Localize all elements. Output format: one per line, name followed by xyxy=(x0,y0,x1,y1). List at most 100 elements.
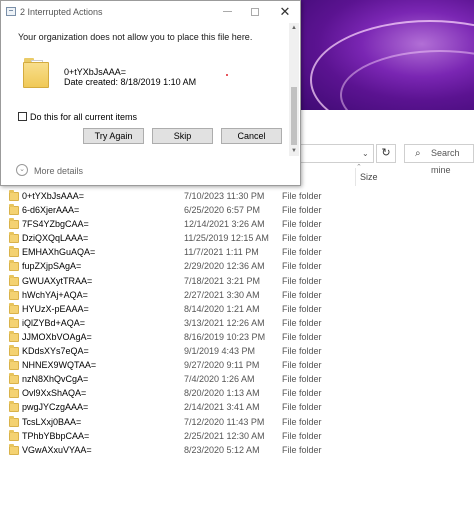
table-row[interactable]: pwgJYCzgAAA= 2/14/2021 3:41 AM File folder xyxy=(0,401,474,415)
row-type: File folder xyxy=(282,261,322,272)
row-date: 8/20/2020 1:13 AM xyxy=(184,388,260,399)
search-input[interactable]: ⌕ Search mine xyxy=(404,144,474,175)
folder-icon xyxy=(9,330,19,342)
row-name[interactable]: HYUzX-pEAAA= xyxy=(22,304,89,314)
row-type: File folder xyxy=(282,388,322,399)
chevron-down-icon[interactable]: ⌄ xyxy=(16,164,28,176)
row-name[interactable]: nzN8XhQvCgA= xyxy=(22,374,88,384)
row-name[interactable]: iQlZYBd+AQA= xyxy=(22,318,85,328)
folder-icon xyxy=(9,204,19,216)
row-name[interactable]: 0+tYXbJsAAA= xyxy=(22,191,84,201)
maximize-button[interactable] xyxy=(248,5,262,19)
row-name[interactable]: hWchYAj+AQA= xyxy=(22,290,88,300)
search-icon: ⌕ xyxy=(415,148,421,159)
table-row[interactable]: KDdsXYs7eQA= 9/1/2019 4:43 PM File folder xyxy=(0,345,474,359)
table-row[interactable]: NHNEX9WQTAA= 9/27/2020 9:11 PM File folder xyxy=(0,359,474,373)
cancel-button[interactable]: Cancel xyxy=(221,128,282,144)
table-row[interactable]: VGwAXxuVYAA= 8/23/2020 5:12 AM File folder xyxy=(0,443,474,458)
table-row[interactable]: TcsLXxj0BAA= 7/12/2020 11:43 PM File folde… xyxy=(0,415,474,430)
minimize-button[interactable] xyxy=(220,5,234,19)
row-name[interactable]: 7FS4YZbgCAA= xyxy=(22,219,89,229)
folder-icon xyxy=(9,387,19,399)
row-date: 2/25/2021 12:30 AM xyxy=(184,430,265,441)
try-again-button[interactable]: Try Again xyxy=(83,128,144,144)
file-list: 0+tYXbJsAAA= 7/10/2023 11:30 PM File folde… xyxy=(0,190,474,458)
column-header-size[interactable]: Size xyxy=(360,172,378,182)
row-date: 9/1/2019 4:43 PM xyxy=(184,346,256,357)
skip-button[interactable]: Skip xyxy=(152,128,213,144)
apply-all-checkbox[interactable] xyxy=(18,112,27,121)
row-name[interactable]: NHNEX9WQTAA= xyxy=(22,360,96,370)
window-icon xyxy=(6,7,16,16)
table-row[interactable]: fupZXjpSAgA= 2/29/2020 12:36 AM File folde… xyxy=(0,260,474,274)
row-type: File folder xyxy=(282,191,322,201)
table-row[interactable]: DziQXQqLAAA= 11/25/2019 12:15 AM File fold… xyxy=(0,232,474,246)
row-type: File folder xyxy=(282,374,322,385)
chevron-down-icon[interactable]: ⌄ xyxy=(362,149,369,158)
folder-icon xyxy=(9,288,19,300)
row-date: 12/14/2021 3:26 AM xyxy=(184,219,265,230)
dialog-scrollbar[interactable]: ▲ ▼ xyxy=(289,23,299,156)
minimize-icon xyxy=(222,10,232,12)
row-date: 7/4/2020 1:26 AM xyxy=(184,374,255,385)
file-name: 0+tYXbJsAAA= xyxy=(64,67,127,77)
row-name[interactable]: pwgJYCzgAAA= xyxy=(22,402,88,412)
scroll-down-arrow-icon[interactable]: ▼ xyxy=(289,146,299,156)
dialog-message: Your organization does not allow you to … xyxy=(18,32,253,42)
row-name[interactable]: EMHAXhGuAQA= xyxy=(22,247,95,257)
row-name[interactable]: TcsLXxj0BAA= xyxy=(22,417,81,427)
folder-icon xyxy=(9,302,19,314)
row-type: File folder xyxy=(282,444,322,455)
interrupted-actions-dialog: 2 Interrupted Actions ✕ Your organizatio… xyxy=(0,0,301,186)
scroll-thumb[interactable] xyxy=(291,87,297,145)
table-row[interactable]: iQlZYBd+AQA= 3/13/2021 12:26 AM File folde… xyxy=(0,316,474,331)
row-name[interactable]: KDdsXYs7eQA= xyxy=(22,346,89,356)
row-name[interactable]: DziQXQqLAAA= xyxy=(22,233,88,243)
row-date: 7/18/2021 3:21 PM xyxy=(184,275,261,286)
row-type: File folder xyxy=(282,303,322,314)
row-name[interactable]: TPhbYBbpCAA= xyxy=(22,431,89,441)
row-name[interactable]: Ovl9XxShAQA= xyxy=(22,388,86,398)
row-type: File folder xyxy=(282,289,322,300)
table-row[interactable]: EMHAXhGuAQA= 11/7/2021 1:11 PM File folder xyxy=(0,246,474,260)
sort-chevron-icon: ⌃ xyxy=(356,164,362,171)
row-date: 8/14/2020 1:21 AM xyxy=(184,303,260,314)
table-row[interactable]: 0+tYXbJsAAA= 7/10/2023 11:30 PM File folde… xyxy=(0,190,474,204)
red-dot-mark xyxy=(226,74,228,76)
dialog-titlebar[interactable]: 2 Interrupted Actions ✕ xyxy=(1,1,300,23)
folder-icon xyxy=(9,218,19,230)
row-name[interactable]: GWUAXytTRAA= xyxy=(22,276,92,286)
table-row[interactable]: hWchYAj+AQA= 2/27/2021 3:30 AM File folder xyxy=(0,288,474,303)
table-row[interactable]: 6-d6XjerAAA= 6/25/2020 6:57 PM File folder xyxy=(0,204,474,218)
more-details-label[interactable]: More details xyxy=(34,166,83,176)
table-row[interactable]: GWUAXytTRAA= 7/18/2021 3:21 PM File folder xyxy=(0,274,474,289)
row-name[interactable]: JJMOXbVOAgA= xyxy=(22,332,92,342)
refresh-button[interactable]: ↻ xyxy=(376,144,396,163)
folder-icon xyxy=(9,232,19,244)
folder-icon xyxy=(9,359,19,371)
row-name[interactable]: fupZXjpSAgA= xyxy=(22,261,81,271)
table-row[interactable]: Ovl9XxShAQA= 8/20/2020 1:13 AM File folder xyxy=(0,387,474,401)
row-type: File folder xyxy=(282,346,322,357)
row-date: 3/13/2021 12:26 AM xyxy=(184,317,265,328)
table-row[interactable]: JJMOXbVOAgA= 8/16/2019 10:23 PM File folde… xyxy=(0,330,474,345)
row-type: File folder xyxy=(282,416,322,427)
table-row[interactable]: 7FS4YZbgCAA= 12/14/2021 3:26 AM File folde… xyxy=(0,218,474,232)
row-date: 11/25/2019 12:15 AM xyxy=(184,233,269,244)
row-type: File folder xyxy=(282,233,322,244)
close-button[interactable]: ✕ xyxy=(278,5,292,19)
row-type: File folder xyxy=(282,317,322,328)
dialog-title: 2 Interrupted Actions xyxy=(20,7,103,17)
row-name[interactable]: 6-d6XjerAAA= xyxy=(22,205,79,215)
row-name[interactable]: VGwAXxuVYAA= xyxy=(22,445,92,455)
maximize-icon xyxy=(251,8,259,16)
row-type: File folder xyxy=(282,331,322,342)
scroll-up-arrow-icon[interactable]: ▲ xyxy=(289,23,299,33)
checkbox-label[interactable]: Do this for all current items xyxy=(30,112,137,122)
table-row[interactable]: nzN8XhQvCgA= 7/4/2020 1:26 AM File folder xyxy=(0,373,474,387)
column-divider[interactable] xyxy=(355,168,356,186)
table-row[interactable]: HYUzX-pEAAA= 8/14/2020 1:21 AM File folder xyxy=(0,302,474,317)
folder-icon xyxy=(9,190,19,201)
refresh-icon: ↻ xyxy=(381,147,391,159)
table-row[interactable]: TPhbYBbpCAA= 2/25/2021 12:30 AM File folde… xyxy=(0,429,474,444)
